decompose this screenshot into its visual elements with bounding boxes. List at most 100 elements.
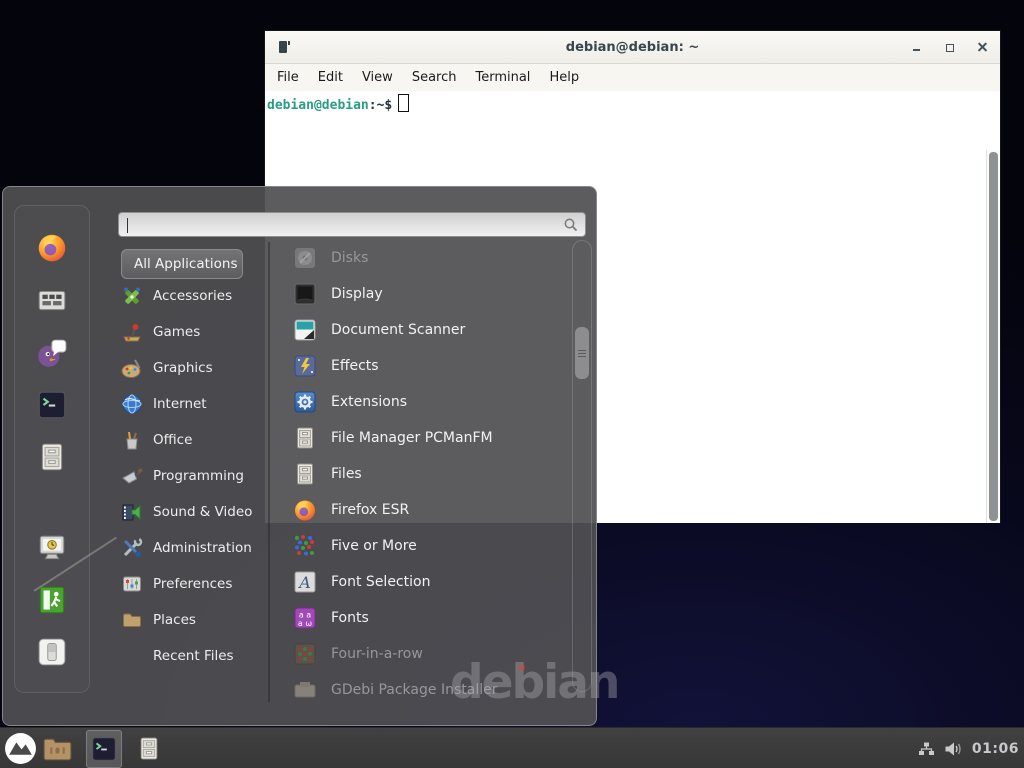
games-icon [121,321,143,343]
favorite-shut-down[interactable] [35,635,69,669]
category-internet[interactable]: Internet [121,386,273,422]
network-icon[interactable] [918,741,935,757]
minimize-button[interactable] [911,42,922,53]
category-label: Recent Files [153,648,234,664]
category-graphics[interactable]: Graphics [121,350,273,386]
extensions-icon [292,389,318,415]
file-cabinet-icon [35,440,69,474]
menu-search[interactable]: Search [412,70,457,85]
favorite-file-manager[interactable] [35,440,69,474]
app-label: Extensions [331,394,407,410]
search-field[interactable] [118,212,586,237]
app-fonts[interactable]: a a a ω Fonts [272,600,566,636]
terminal-cursor [398,94,409,112]
terminal-app-icon [279,41,287,53]
menu-help[interactable]: Help [549,70,579,85]
app-gdebi-package-installer[interactable]: GDebi Package Installer [272,672,566,702]
app-four-in-a-row[interactable]: Four-in-a-row [272,636,566,672]
administration-icon [121,537,143,559]
app-display[interactable]: Display [272,276,566,312]
desktop: debian@debian: ~ File Edit View Search T… [0,0,1024,768]
favorite-pidgin[interactable] [35,336,69,370]
app-label: Font Selection [331,574,430,590]
app-label: Document Scanner [331,322,465,338]
menu-file[interactable]: File [277,70,299,85]
app-disks[interactable]: Disks [272,240,566,276]
app-label: Fonts [331,610,369,626]
internet-icon [121,393,143,415]
taskbar-file-manager[interactable] [135,733,163,764]
lock-screen-icon [35,531,69,565]
favorite-firefox[interactable] [35,230,69,264]
close-button[interactable] [977,42,988,53]
app-label: File Manager PCManFM [331,430,493,446]
favorite-log-out[interactable] [35,583,69,617]
file-cabinet-icon [292,461,318,487]
graphics-icon [121,357,143,379]
application-list: Disks Display Document Scanner [272,240,566,702]
category-label: All Applications [134,256,238,272]
menu-view[interactable]: View [362,70,393,85]
favorite-terminal[interactable] [35,388,69,422]
search-caret [127,218,128,233]
category-label: Places [153,612,196,628]
category-preferences[interactable]: Preferences [121,566,273,602]
category-programming[interactable]: Programming [121,458,273,494]
file-cabinet-icon [292,425,318,451]
four-in-a-row-icon [292,641,318,667]
favorite-lock-screen[interactable] [35,531,69,565]
app-firefox-esr[interactable]: Firefox ESR [272,492,566,528]
taskbar-terminal[interactable] [86,730,122,768]
category-administration[interactable]: Administration [121,530,273,566]
app-list-scrollbar[interactable] [572,240,592,692]
category-office[interactable]: Office [121,422,273,458]
app-effects[interactable]: Effects [272,348,566,384]
app-font-selection[interactable]: A Font Selection [272,564,566,600]
category-label: Administration [153,540,252,556]
places-icon [121,609,143,631]
category-all-applications[interactable]: All Applications [121,249,243,279]
app-label: Firefox ESR [331,502,409,518]
category-label: Games [153,324,200,340]
menu-logo-icon [4,732,37,765]
terminal-scrollbar[interactable] [986,150,1000,523]
app-five-or-more[interactable]: Five or More [272,528,566,564]
terminal-titlebar[interactable]: debian@debian: ~ [265,31,1000,64]
app-list-scrollbar-thumb[interactable] [575,327,589,379]
terminal-icon [35,388,69,422]
app-file-manager-pcmanfm[interactable]: File Manager PCManFM [272,420,566,456]
maximize-button[interactable] [944,42,955,53]
category-label: Sound & Video [153,504,252,520]
app-label: Effects [331,358,379,374]
programming-icon [121,465,143,487]
app-label: Display [331,286,383,302]
firefox-icon [35,230,69,264]
category-recent-files[interactable]: Recent Files [121,638,273,674]
category-games[interactable]: Games [121,314,273,350]
category-label: Programming [153,468,244,484]
terminal-scrollbar-thumb[interactable] [989,152,998,521]
favorite-package-manager[interactable] [35,283,69,317]
app-label: Files [331,466,362,482]
taskbar-desktop-folder[interactable] [41,734,74,763]
app-files[interactable]: Files [272,456,566,492]
volume-icon[interactable] [944,741,963,757]
category-places[interactable]: Places [121,602,273,638]
recent-files-spacer [121,645,143,667]
category-label: Internet [153,396,207,412]
category-accessories[interactable]: Accessories [121,278,273,314]
taskbar-menu-button[interactable] [4,732,37,765]
log-out-icon [35,583,69,617]
category-sound-video[interactable]: Sound & Video [121,494,273,530]
desktop-folder-icon [41,734,74,763]
window-title: debian@debian: ~ [566,40,699,55]
prompt-path: :~$ [369,98,392,113]
search-input[interactable] [127,215,561,236]
app-extensions[interactable]: Extensions [272,384,566,420]
svg-text:a ω: a ω [298,619,312,628]
menu-terminal[interactable]: Terminal [475,70,530,85]
gdebi-icon [292,677,318,702]
app-label: Disks [331,250,368,266]
menu-edit[interactable]: Edit [318,70,343,85]
app-document-scanner[interactable]: Document Scanner [272,312,566,348]
